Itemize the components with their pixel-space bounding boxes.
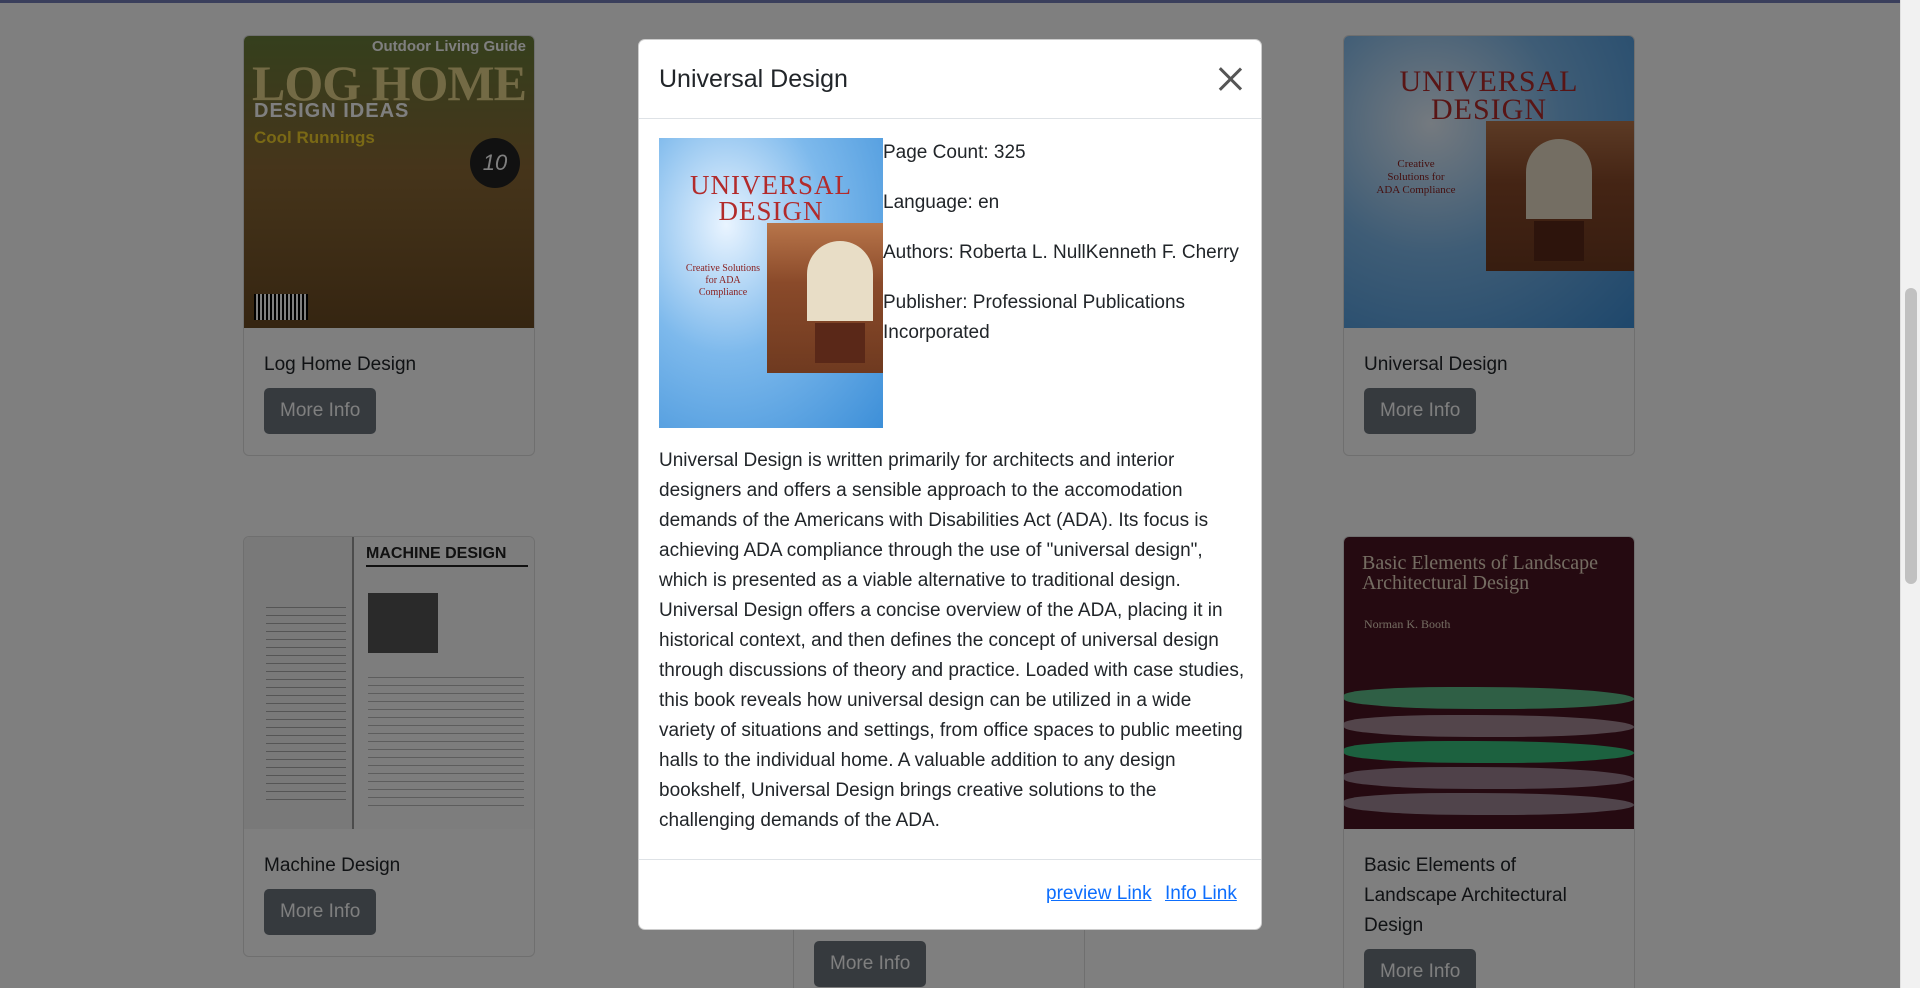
modal-header: Universal Design bbox=[639, 40, 1261, 119]
page-scrollbar[interactable] bbox=[1900, 0, 1920, 988]
scrollbar-thumb[interactable] bbox=[1905, 288, 1917, 584]
preview-link[interactable]: preview Link bbox=[1046, 882, 1152, 906]
cover-title: UNIVERSAL DESIGN bbox=[690, 170, 852, 226]
modal-footer: preview Link Info Link bbox=[639, 859, 1261, 929]
cover-blurb: Creative Solutions for ADA Compliance bbox=[685, 263, 761, 298]
authors: Authors: Roberta L. NullKenneth F. Cherr… bbox=[883, 242, 1239, 263]
book-metadata: Page Count: 325 Language: en Authors: Ro… bbox=[883, 138, 1243, 368]
page-count: Page Count: 325 bbox=[883, 142, 1026, 163]
book-cover-image: UNIVERSAL DESIGN Creative Solutions for … bbox=[659, 138, 883, 428]
book-details-modal: Universal Design UNIVERSAL DESIGN Creati… bbox=[638, 39, 1262, 930]
book-description: Universal Design is written primarily fo… bbox=[659, 450, 1245, 831]
book-info-row: UNIVERSAL DESIGN Creative Solutions for … bbox=[659, 138, 1241, 430]
close-icon[interactable] bbox=[1215, 63, 1245, 93]
modal-body: UNIVERSAL DESIGN Creative Solutions for … bbox=[639, 120, 1261, 836]
modal-title: Universal Design bbox=[659, 65, 848, 93]
cover-photo bbox=[767, 223, 883, 373]
language: Language: en bbox=[883, 192, 1000, 213]
publisher: Publisher: Professional Publications Inc… bbox=[883, 292, 1186, 343]
info-link[interactable]: Info Link bbox=[1165, 882, 1237, 906]
